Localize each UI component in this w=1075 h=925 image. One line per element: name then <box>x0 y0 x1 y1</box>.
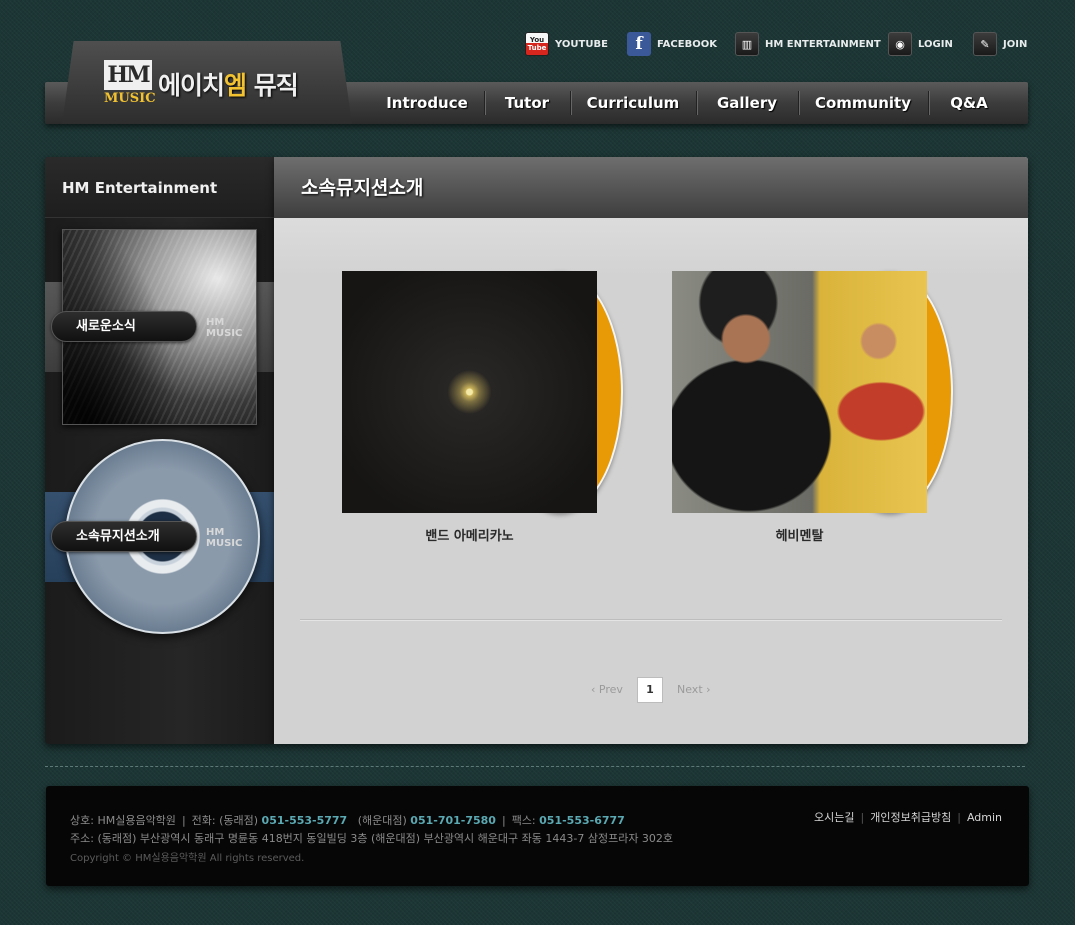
musician-photo[interactable] <box>342 271 597 513</box>
musician-name[interactable]: 헤비멘탈 <box>672 525 927 544</box>
next-page-link[interactable]: Next › <box>677 683 711 696</box>
prev-page-link[interactable]: ‹ Prev <box>591 683 623 696</box>
footer-phone-haeundae: 051-701-7580 <box>410 814 496 827</box>
pencil-icon: ✎ <box>973 32 997 56</box>
footer-links: 오시는길 | 개인정보취급방침 | Admin <box>814 811 1002 824</box>
musician-name[interactable]: 밴드 아메리카노 <box>342 525 597 544</box>
footer-company: 상호: HM실용음악학원 <box>70 814 176 827</box>
footer-address: 주소: (동래점) 부산광역시 동래구 명륜동 418번지 동일빌딩 3층 (해… <box>70 832 674 845</box>
login-icon: ◉ <box>888 32 912 56</box>
side-item-musicians[interactable]: 소속뮤지션소개 <box>51 521 197 552</box>
facebook-link-label: FACEBOOK <box>657 38 717 50</box>
logo-mark-music: MUSIC <box>104 91 156 106</box>
youtube-icon: You Tube <box>525 32 549 56</box>
footer-company-line: 상호: HM실용음악학원 | 전화: (동래점) 051-553-5777 (해운대… <box>70 814 625 827</box>
logo-mark[interactable]: HM MUSIC <box>104 60 156 108</box>
musician-card[interactable] <box>672 271 954 513</box>
musician-card[interactable] <box>342 271 624 513</box>
nav-community[interactable]: Community <box>798 82 928 124</box>
logo-text[interactable]: 에이치엠 뮤직 <box>158 66 299 102</box>
page-title: 소속뮤지션소개 <box>301 177 424 199</box>
footer-copyright: Copyright © HM실용음악학원 All rights reserved… <box>70 853 305 864</box>
musicians-hm-music-mark: HM MUSIC <box>206 527 243 549</box>
footer-link-admin[interactable]: Admin <box>967 811 1002 824</box>
nav-tutor[interactable]: Tutor <box>484 82 570 124</box>
facebook-link[interactable]: f FACEBOOK <box>627 32 717 56</box>
footer-haeundae-label: (해운대점) <box>357 814 407 827</box>
nav-qna[interactable]: Q&A <box>928 82 1010 124</box>
footer-fax-label: 팩스: <box>511 814 536 827</box>
footer: 상호: HM실용음악학원 | 전화: (동래점) 051-553-5777 (해운대… <box>46 786 1029 886</box>
hm-entertainment-link-label: HM ENTERTAINMENT <box>765 38 881 50</box>
top-links: You Tube YOUTUBE f FACEBOOK ▥ HM ENTERTAI… <box>525 32 1035 58</box>
content-divider <box>300 619 1002 620</box>
nav-gallery[interactable]: Gallery <box>696 82 798 124</box>
side-title: HM Entertainment <box>45 157 274 218</box>
footer-link-privacy[interactable]: 개인정보취급방침 <box>870 811 951 824</box>
pagination: ‹ Prev 1 Next › <box>274 677 1028 703</box>
hm-entertainment-link[interactable]: ▥ HM ENTERTAINMENT <box>735 32 881 56</box>
nav-curriculum[interactable]: Curriculum <box>570 82 696 124</box>
login-link[interactable]: ◉ LOGIN <box>888 32 953 56</box>
logo-text-a: 에이치 <box>158 71 225 100</box>
side-panel: HM Entertainment HM MUSIC HM MUSIC 새로운소식… <box>45 157 274 744</box>
footer-phone-label: 전화: (동래점) <box>191 814 259 827</box>
nav-introduce[interactable]: Introduce <box>370 82 484 124</box>
footer-phone-dongnae: 051-553-5777 <box>261 814 348 827</box>
youtube-link-label: YOUTUBE <box>555 38 608 50</box>
footer-fax: 051-553-6777 <box>539 814 625 827</box>
facebook-icon: f <box>627 32 651 56</box>
youtube-link[interactable]: You Tube YOUTUBE <box>525 32 608 56</box>
footer-divider <box>45 766 1025 767</box>
musician-photo[interactable] <box>672 271 927 513</box>
footer-link-directions[interactable]: 오시는길 <box>814 811 854 824</box>
side-item-news[interactable]: 새로운소식 <box>51 311 197 342</box>
page-number-current[interactable]: 1 <box>637 677 663 703</box>
piano-icon: ▥ <box>735 32 759 56</box>
news-hm-music-mark: HM MUSIC <box>206 317 243 339</box>
main-nav: Introduce Tutor Curriculum Gallery Commu… <box>370 82 1010 124</box>
logo-mark-hm: HM <box>104 60 152 90</box>
logo-text-b: 엠 <box>224 71 247 100</box>
login-link-label: LOGIN <box>918 38 953 50</box>
join-link[interactable]: ✎ JOIN <box>973 32 1027 56</box>
join-link-label: JOIN <box>1003 38 1028 50</box>
main-panel: 소속뮤지션소개 밴드 아메리카노 헤비멘탈 ‹ Prev 1 Next › <box>274 157 1028 744</box>
logo-text-c: 뮤직 <box>246 71 299 100</box>
main-header: 소속뮤지션소개 <box>274 157 1028 218</box>
